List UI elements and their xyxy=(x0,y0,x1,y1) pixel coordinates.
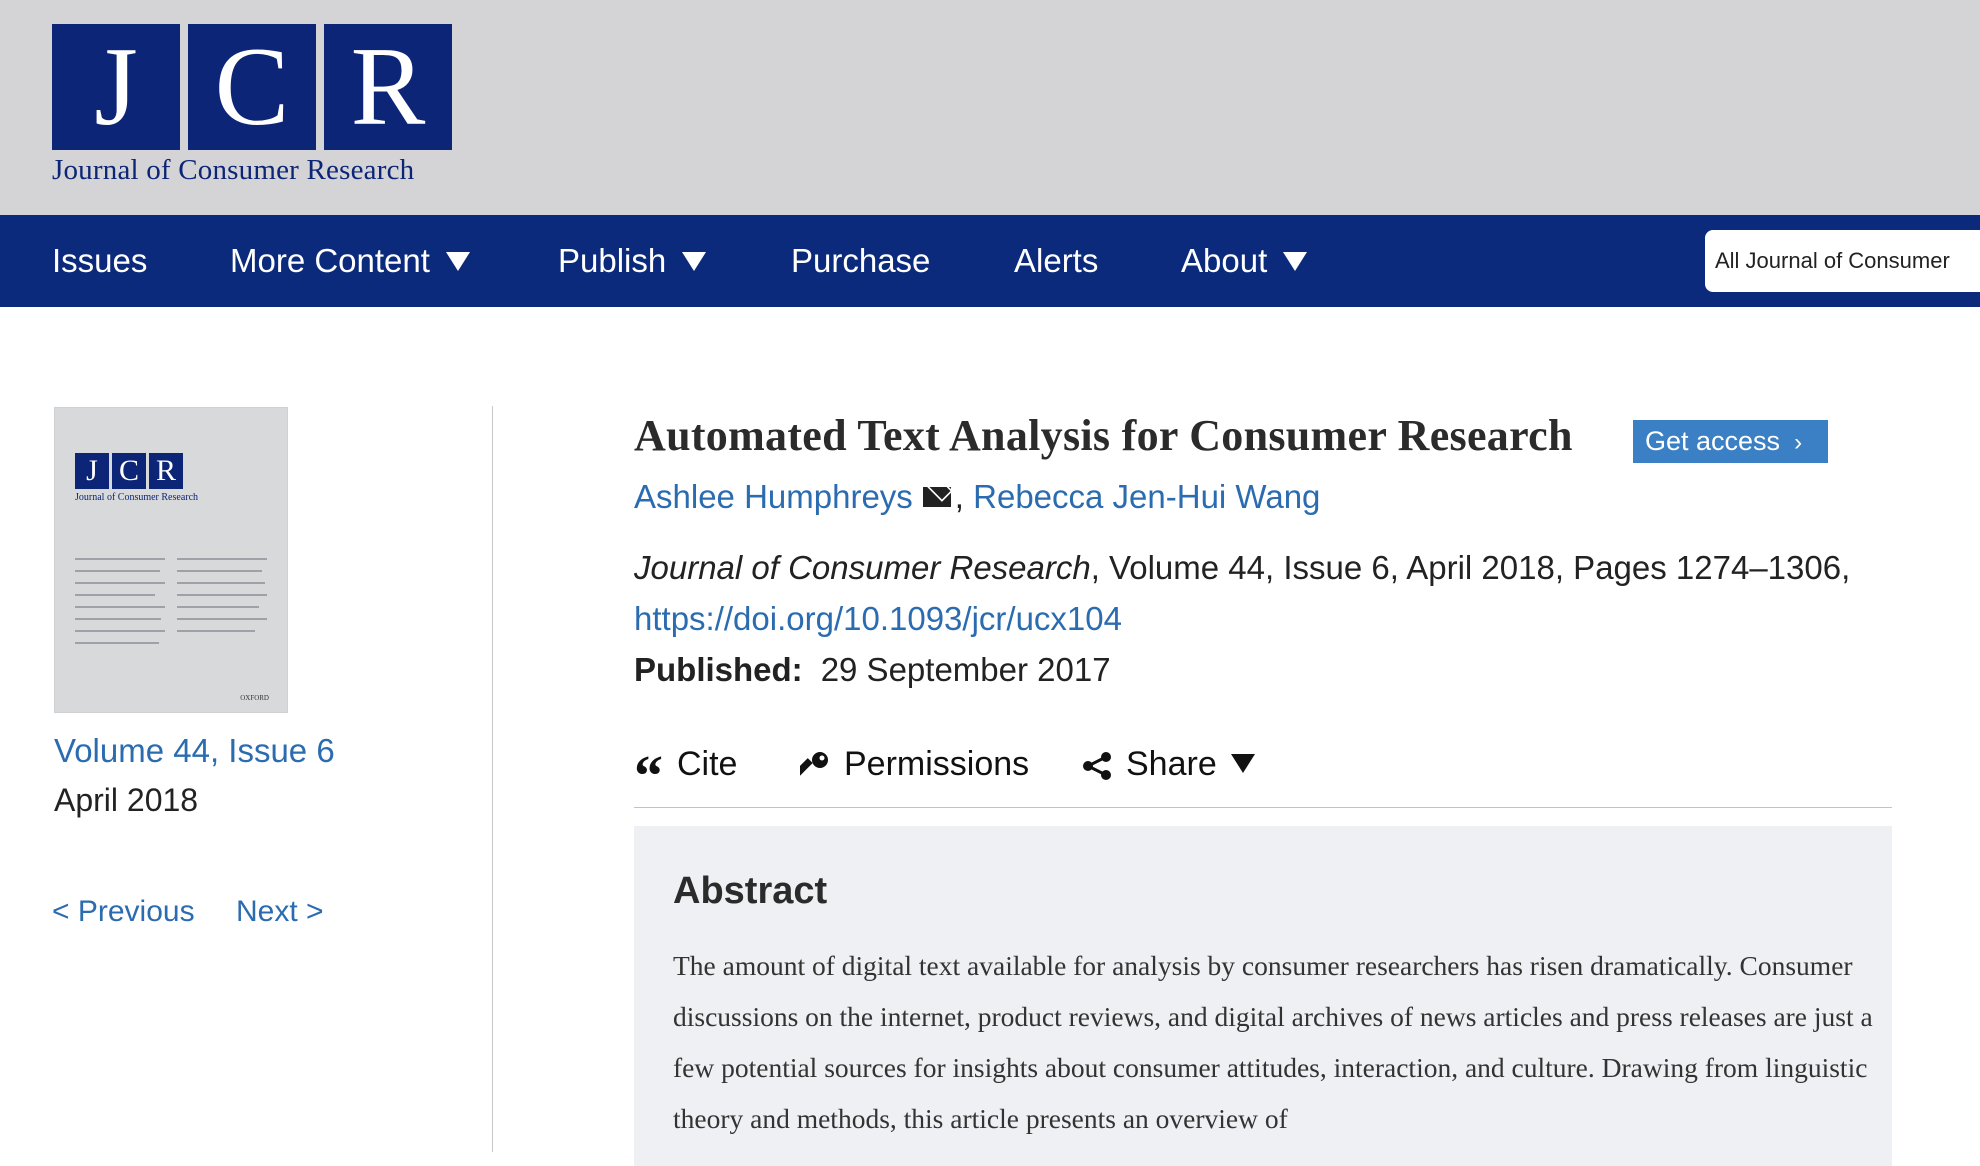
cover-toc-line xyxy=(75,606,165,608)
abstract-text: The amount of digital text available for… xyxy=(673,950,1873,1134)
column-divider xyxy=(492,406,493,1152)
published-date: 29 September 2017 xyxy=(820,651,1111,688)
journal-name: Journal of Consumer Research xyxy=(634,549,1091,586)
cover-toc-line xyxy=(177,558,267,560)
next-article-link[interactable]: Next > xyxy=(236,895,324,929)
nav-item-about[interactable]: About xyxy=(1181,215,1308,307)
cover-logo: J C R xyxy=(75,453,183,489)
nav-item-label: Issues xyxy=(52,242,148,279)
abstract-section: Abstract The amount of digital text avai… xyxy=(634,826,1892,1166)
cover-toc-line xyxy=(75,582,165,584)
cover-toc-line xyxy=(75,630,165,632)
author-link[interactable]: Rebecca Jen-Hui Wang xyxy=(973,478,1320,515)
logo-letter-j: J xyxy=(52,24,180,150)
article-title: Automated Text Analysis for Consumer Res… xyxy=(634,411,1573,460)
permissions-button[interactable]: Permissions xyxy=(800,745,1029,784)
nav-item-label: About xyxy=(1181,242,1268,279)
get-access-button[interactable]: Get access › xyxy=(1633,420,1828,463)
share-icon xyxy=(1083,752,1111,781)
permissions-label: Permissions xyxy=(844,745,1030,783)
cover-letter-r: R xyxy=(149,453,183,489)
nav-item-label: Publish xyxy=(558,242,667,279)
cover-toc-line xyxy=(177,594,267,596)
issue-sidebar: J C R Journal of Consumer Research OXFOR… xyxy=(0,307,493,1152)
cover-toc-line xyxy=(177,582,265,584)
get-access-label: Get access xyxy=(1645,426,1781,456)
cover-toc-line xyxy=(75,594,155,596)
cover-publisher: OXFORD xyxy=(240,694,269,702)
tools-divider xyxy=(634,807,1892,808)
issue-cover-image[interactable]: J C R Journal of Consumer Research OXFOR… xyxy=(54,407,288,713)
journal-logo[interactable]: J C R Journal of Consumer Research xyxy=(52,24,452,187)
nav-item-label: Purchase xyxy=(791,242,931,279)
cover-letter-j: J xyxy=(75,453,109,489)
published-date-line: Published: 29 September 2017 xyxy=(634,651,1111,689)
caret-down-icon xyxy=(682,251,707,271)
cover-toc-line xyxy=(177,618,267,620)
cover-subtitle: Journal of Consumer Research xyxy=(75,492,199,503)
caret-down-icon xyxy=(1230,753,1255,773)
author-list: Ashlee Humphreys, Rebecca Jen-Hui Wang xyxy=(634,478,1320,516)
previous-article-link[interactable]: < Previous xyxy=(52,895,195,929)
cover-toc-line xyxy=(75,558,165,560)
published-label: Published: xyxy=(634,651,803,688)
chevron-right-icon: › xyxy=(1794,429,1803,456)
cover-toc-line xyxy=(75,570,160,572)
logo-letter-c: C xyxy=(188,24,316,150)
cover-toc-line xyxy=(177,606,259,608)
key-icon xyxy=(800,752,828,776)
share-label: Share xyxy=(1126,745,1217,783)
citation-line: Journal of Consumer Research, Volume 44,… xyxy=(634,549,1850,587)
author-link[interactable]: Ashlee Humphreys xyxy=(634,478,913,515)
quote-icon: “ xyxy=(634,743,663,809)
cite-button[interactable]: “Cite xyxy=(634,745,738,805)
share-button[interactable]: Share xyxy=(1082,745,1255,784)
nav-item-alerts[interactable]: Alerts xyxy=(1014,215,1098,307)
caret-down-icon xyxy=(1283,251,1308,271)
site-header: J C R Journal of Consumer Research xyxy=(0,0,1980,215)
logo-subtitle: Journal of Consumer Research xyxy=(52,154,415,186)
caret-down-icon xyxy=(445,251,470,271)
nav-item-issues[interactable]: Issues xyxy=(52,215,147,307)
doi-link[interactable]: https://doi.org/10.1093/jcr/ucx104 xyxy=(634,600,1122,638)
nav-item-more-content[interactable]: More Content xyxy=(230,215,470,307)
cite-label: Cite xyxy=(677,745,738,783)
cover-letter-c: C xyxy=(112,453,146,489)
volume-issue-link[interactable]: Volume 44, Issue 6 xyxy=(54,732,335,770)
logo-letters: J C R xyxy=(52,24,452,150)
author-separator: , xyxy=(954,478,964,515)
cover-toc-line xyxy=(75,642,159,644)
cover-toc-line xyxy=(75,618,161,620)
envelope-icon[interactable] xyxy=(922,487,951,508)
nav-item-label: Alerts xyxy=(1014,242,1099,279)
cover-toc-line xyxy=(177,570,262,572)
abstract-heading: Abstract xyxy=(673,870,828,912)
nav-item-label: More Content xyxy=(230,242,430,279)
nav-item-purchase[interactable]: Purchase xyxy=(791,215,930,307)
cover-toc-line xyxy=(177,630,255,632)
main-navigation: Issues More Content Publish Purchase Ale… xyxy=(0,215,1980,307)
nav-item-publish[interactable]: Publish xyxy=(558,215,707,307)
search-scope-input[interactable] xyxy=(1705,230,1980,292)
logo-letter-r: R xyxy=(324,24,452,150)
citation-details: , Volume 44, Issue 6, April 2018, Pages … xyxy=(1090,549,1851,586)
issue-date: April 2018 xyxy=(54,782,199,818)
